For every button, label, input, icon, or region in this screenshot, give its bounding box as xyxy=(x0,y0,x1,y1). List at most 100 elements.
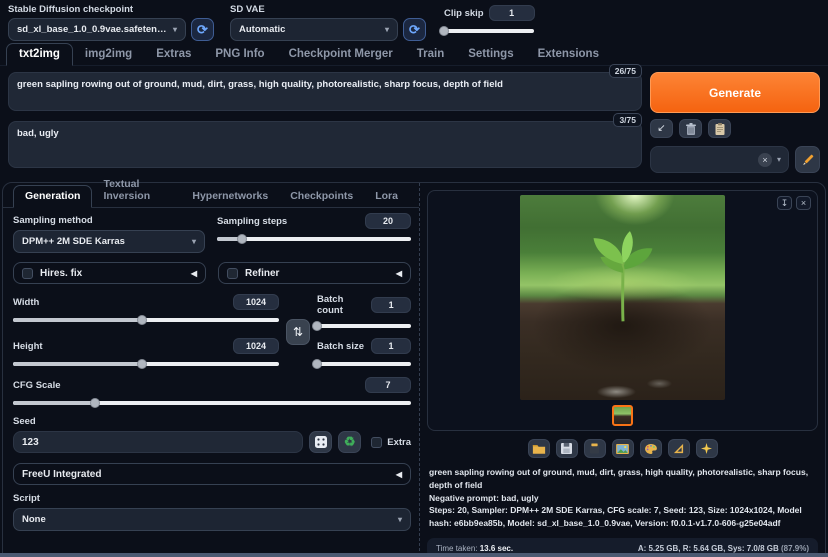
sampling-method-select[interactable]: DPM++ 2M SDE Karras ▾ xyxy=(13,230,205,253)
refiner-checkbox[interactable] xyxy=(227,267,238,279)
extra-seed-checkbox[interactable] xyxy=(371,436,383,448)
clip-skip-input[interactable]: 1 xyxy=(488,5,535,21)
prompt-input[interactable]: green sapling rowing out of ground, mud,… xyxy=(8,72,642,111)
height-slider[interactable] xyxy=(13,358,279,369)
reuse-seed-button[interactable]: ♻ xyxy=(338,431,362,453)
sub-tabs: Generation Textual Inversion Hypernetwor… xyxy=(3,178,419,208)
styles-dropdown[interactable]: × ▾ xyxy=(650,146,789,173)
clear-styles-icon[interactable]: × xyxy=(757,152,772,167)
batch-count-slider[interactable] xyxy=(312,320,411,331)
generation-info-negative: Negative prompt: bad, ugly xyxy=(429,492,539,503)
save-zip-button[interactable] xyxy=(583,439,606,458)
width-slider[interactable] xyxy=(13,314,279,325)
freeu-label: FreeU Integrated xyxy=(22,468,102,480)
sampling-steps-label: Sampling steps xyxy=(217,215,288,227)
tab-lora[interactable]: Lora xyxy=(364,186,409,207)
refresh-icon: ⟳ xyxy=(409,21,420,37)
hires-fix-accordion[interactable]: Hires. fix ◀ xyxy=(13,262,206,284)
checkpoint-value: sd_xl_base_1.0_0.9vae.safetensors [e6bb9… xyxy=(17,24,167,35)
tab-settings[interactable]: Settings xyxy=(456,44,525,65)
sampling-steps-slider[interactable] xyxy=(217,233,411,244)
mem-active-value: : 5.25 GB, xyxy=(643,543,683,553)
negative-prompt-input[interactable]: bad, ugly xyxy=(8,121,642,168)
cfg-scale-input[interactable]: 7 xyxy=(365,377,411,393)
batch-size-label: Batch size xyxy=(317,340,364,352)
swap-dimensions-button[interactable]: ⇅ xyxy=(286,318,310,345)
batch-size-control: Batch size 1 xyxy=(312,338,411,369)
apply-styles-button[interactable] xyxy=(708,119,731,138)
script-control: Script None ▾ xyxy=(13,493,411,531)
open-output-folder-button[interactable] xyxy=(527,439,550,458)
clear-prompt-button[interactable] xyxy=(679,119,702,138)
collapse-arrow-icon: ◀ xyxy=(395,469,402,479)
download-icon: ↧ xyxy=(780,197,789,208)
memory-stats: A: 5.25 GB, R: 5.64 GB, Sys: 7.0/8 GB (8… xyxy=(637,543,809,554)
width-input[interactable]: 1024 xyxy=(233,294,279,310)
tab-train[interactable]: Train xyxy=(405,44,456,65)
generate-button[interactable]: Generate xyxy=(650,72,820,113)
send-to-extras-button[interactable] xyxy=(667,439,690,458)
chevron-down-icon: ▾ xyxy=(384,25,389,34)
close-icon: × xyxy=(800,198,807,208)
tab-generation[interactable]: Generation xyxy=(13,185,93,208)
random-seed-button[interactable] xyxy=(309,431,333,453)
tab-checkpoint-merger[interactable]: Checkpoint Merger xyxy=(277,44,405,65)
checkpoint-select[interactable]: sd_xl_base_1.0_0.9vae.safetensors [e6bb9… xyxy=(8,18,186,41)
height-label: Height xyxy=(13,340,43,352)
hires-fix-checkbox[interactable] xyxy=(22,267,33,279)
generated-image[interactable] xyxy=(520,195,725,400)
tab-extras[interactable]: Extras xyxy=(144,44,203,65)
batch-count-input[interactable]: 1 xyxy=(371,297,411,313)
image-action-buttons xyxy=(427,439,818,458)
cfg-scale-slider[interactable] xyxy=(13,397,411,408)
sampling-steps-input[interactable]: 20 xyxy=(365,213,411,229)
vae-select[interactable]: Automatic ▾ xyxy=(230,18,398,41)
chevron-down-icon: ▾ xyxy=(397,515,402,524)
read-generation-params-button[interactable]: ↙ xyxy=(650,119,673,138)
height-input[interactable]: 1024 xyxy=(233,338,279,354)
triangle-ruler-icon xyxy=(673,443,684,454)
batch-size-slider[interactable] xyxy=(312,358,411,369)
tab-extensions[interactable]: Extensions xyxy=(526,44,611,65)
tab-txt2img[interactable]: txt2img xyxy=(6,43,73,66)
generation-info-prompt: green sapling rowing out of ground, mud,… xyxy=(429,467,809,490)
vae-value: Automatic xyxy=(239,24,286,35)
clip-skip-slider[interactable] xyxy=(439,25,534,36)
script-select[interactable]: None ▾ xyxy=(13,508,411,531)
prompt-token-counter: 26/75 xyxy=(608,64,642,78)
tab-checkpoints[interactable]: Checkpoints xyxy=(279,186,364,207)
upscale-button[interactable] xyxy=(695,439,718,458)
clip-skip-label: Clip skip xyxy=(444,7,484,19)
send-to-img2img-button[interactable] xyxy=(611,439,634,458)
time-taken-label: Time taken: xyxy=(436,543,478,553)
sparkle-icon xyxy=(701,443,712,454)
download-image-button[interactable]: ↧ xyxy=(777,196,792,210)
tab-png-info[interactable]: PNG Info xyxy=(203,44,276,65)
floppy-disk-icon xyxy=(561,443,572,454)
refiner-accordion[interactable]: Refiner ◀ xyxy=(218,262,411,284)
save-image-button[interactable] xyxy=(555,439,578,458)
refresh-checkpoint-button[interactable]: ⟳ xyxy=(191,18,214,41)
close-gallery-button[interactable]: × xyxy=(796,196,811,210)
tab-hypernetworks[interactable]: Hypernetworks xyxy=(181,186,279,207)
edit-styles-button[interactable] xyxy=(795,146,820,173)
tab-textual-inversion[interactable]: Textual Inversion xyxy=(92,174,181,207)
refresh-vae-button[interactable]: ⟳ xyxy=(403,18,426,41)
batch-size-input[interactable]: 1 xyxy=(371,338,411,354)
generation-info: green sapling rowing out of ground, mud,… xyxy=(427,466,818,530)
pencil-icon xyxy=(802,154,813,165)
vae-field: SD VAE Automatic ▾ ⟳ xyxy=(230,3,426,41)
tab-img2img[interactable]: img2img xyxy=(73,44,144,65)
send-to-inpaint-button[interactable] xyxy=(639,439,662,458)
width-label: Width xyxy=(13,296,40,308)
framed-picture-icon xyxy=(616,443,629,454)
freeu-accordion[interactable]: FreeU Integrated ◀ xyxy=(13,463,411,485)
recycle-icon: ♻ xyxy=(343,434,356,449)
trash-icon xyxy=(685,122,696,135)
seed-input[interactable]: 123 xyxy=(13,431,304,453)
palette-icon xyxy=(644,443,657,454)
cfg-scale-label: CFG Scale xyxy=(13,379,61,391)
sampling-method-value: DPM++ 2M SDE Karras xyxy=(22,236,125,247)
gallery-thumbnail-selected[interactable] xyxy=(612,405,633,426)
vae-label: SD VAE xyxy=(230,4,265,15)
